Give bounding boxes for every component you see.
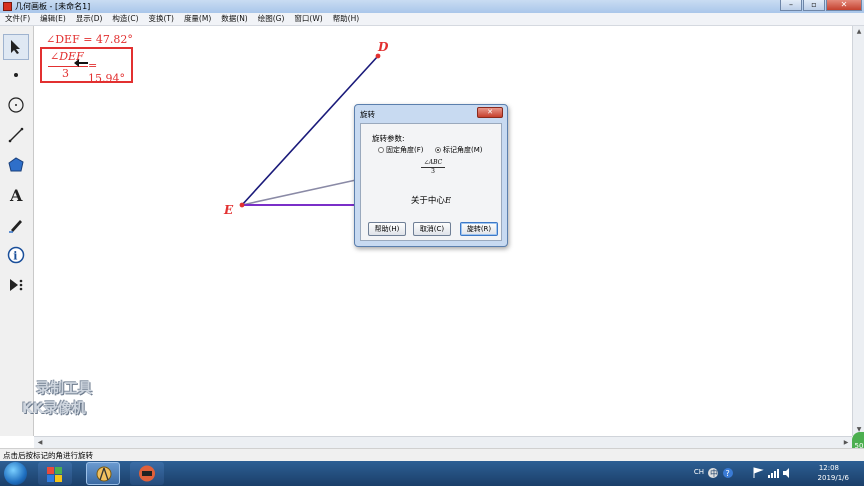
app-icon — [3, 2, 12, 11]
menu-bar: 文件(F) 编辑(E) 显示(D) 构造(C) 变换(T) 度量(M) 数据(N… — [0, 13, 864, 26]
label-D[interactable]: D — [377, 40, 389, 54]
window-controls: – ▫ ✕ — [779, 0, 862, 12]
volume-icon[interactable] — [782, 467, 794, 479]
svg-text:?: ? — [726, 469, 730, 478]
label-E[interactable]: E — [223, 203, 234, 217]
taskbar: CH 中 ? 12:08 2019/1/6 — [0, 461, 864, 486]
circle-icon — [8, 97, 24, 113]
menu-measure[interactable]: 度量(M) — [179, 13, 216, 25]
ray-rotated-preview — [241, 179, 357, 206]
point-E[interactable] — [239, 202, 245, 208]
toolbox: A i — [0, 26, 34, 436]
close-button[interactable]: ✕ — [826, 0, 862, 11]
svg-text:A: A — [9, 186, 23, 204]
compass-tool[interactable] — [3, 92, 29, 118]
rotate-dialog: 旋转 ✕ 旋转参数: 固定角度(F) 标记角度(M) ∠ABC 3 关于中心E … — [354, 104, 508, 247]
play-dots-icon — [10, 279, 23, 291]
clock-time[interactable]: 12:08 — [819, 464, 839, 472]
fraction-denominator: 3 — [62, 67, 69, 80]
network-icon[interactable] — [767, 467, 779, 479]
fixed-angle-radio[interactable]: 固定角度(F) — [378, 145, 424, 155]
arrow-left-icon — [74, 59, 88, 67]
menu-data[interactable]: 数据(N) — [216, 13, 252, 25]
dialog-title: 旋转 — [360, 110, 375, 119]
radio-off-icon — [378, 147, 384, 153]
fraction-measurement[interactable]: ∠DEF 3 = 15.94° — [40, 47, 133, 85]
text-a-icon: A — [9, 186, 23, 204]
system-tray: CH 中 ? 12:08 2019/1/6 — [684, 461, 864, 486]
segment-icon — [8, 127, 24, 143]
expression-numerator: ∠ABC — [421, 159, 445, 168]
help-button[interactable]: 帮助(H) — [368, 222, 406, 236]
scroll-up-icon[interactable]: ▲ — [854, 27, 864, 37]
dialog-body: 旋转参数: 固定角度(F) 标记角度(M) ∠ABC 3 关于中心E 帮助(H)… — [360, 123, 502, 241]
watermark-line2: KK录像机 — [22, 401, 86, 417]
vertical-scrollbar[interactable]: ▲ ▼ — [852, 26, 864, 436]
compass-app-icon — [96, 466, 112, 482]
status-text: 点击后按标记的角进行旋转 — [3, 451, 93, 460]
taskbar-app-geometry[interactable] — [86, 462, 120, 485]
menu-edit[interactable]: 编辑(E) — [35, 13, 71, 25]
minimize-button[interactable]: – — [780, 0, 802, 11]
expression-denominator: 3 — [431, 168, 435, 175]
scroll-left-icon[interactable]: ◀ — [35, 438, 45, 448]
menu-graph[interactable]: 绘图(G) — [253, 13, 290, 25]
information-tool[interactable]: i — [3, 242, 29, 268]
watermark-line1: 录制工具 — [36, 381, 92, 397]
point-icon — [14, 73, 18, 77]
polygon-icon — [8, 157, 24, 172]
center-point-name: E — [444, 196, 452, 206]
start-button[interactable] — [4, 462, 27, 485]
svg-text:i: i — [13, 250, 17, 263]
cancel-button[interactable]: 取消(C) — [413, 222, 451, 236]
point-tool[interactable] — [3, 62, 29, 88]
arrow-select-tool[interactable] — [3, 34, 29, 60]
menu-help[interactable]: 帮助(H) — [328, 13, 365, 25]
title-bar: 几何画板 - [未命名1] – ▫ ✕ — [0, 0, 864, 14]
info-icon: i — [7, 246, 25, 264]
pen-icon — [9, 220, 22, 233]
custom-tools[interactable] — [3, 272, 29, 298]
menu-file[interactable]: 文件(F) — [0, 13, 35, 25]
recorder-icon — [139, 465, 155, 482]
language-indicator[interactable]: CH — [694, 468, 704, 476]
menu-construct[interactable]: 构造(C) — [107, 13, 143, 25]
maximize-button[interactable]: ▫ — [803, 0, 825, 11]
menu-transform[interactable]: 变换(T) — [144, 13, 179, 25]
menu-window[interactable]: 窗口(W) — [289, 13, 327, 25]
text-tool[interactable]: A — [3, 182, 29, 208]
marked-angle-label: 标记角度(M) — [443, 146, 483, 154]
marked-angle-radio[interactable]: 标记角度(M) — [435, 145, 483, 155]
flag-icon[interactable] — [752, 467, 764, 479]
marked-angle-expression: ∠ABC 3 — [421, 159, 445, 175]
color-blocks-icon — [47, 467, 62, 482]
fraction-result: = 15.94° — [88, 59, 125, 85]
svg-text:中: 中 — [710, 468, 718, 478]
center-text: 关于中心 — [410, 196, 445, 206]
rotate-button[interactable]: 旋转(R) — [460, 222, 498, 236]
ime-icon[interactable]: 中 — [707, 467, 719, 479]
rotation-params-label: 旋转参数: — [372, 134, 405, 143]
angle-measurement[interactable]: ∠DEF = 47.82° — [46, 33, 133, 46]
dialog-close-button[interactable]: ✕ — [477, 107, 503, 118]
point-D[interactable] — [375, 53, 381, 59]
clock-date[interactable]: 2019/1/6 — [818, 474, 849, 482]
taskbar-app-recorder[interactable] — [130, 462, 164, 485]
radio-on-icon — [435, 147, 441, 153]
marker-tool[interactable] — [3, 212, 29, 238]
arrow-icon — [11, 40, 20, 54]
status-bar: 点击后按标记的角进行旋转 — [0, 448, 864, 462]
polygon-tool[interactable] — [3, 152, 29, 178]
help-tray-icon[interactable]: ? — [722, 467, 734, 479]
scroll-right-icon[interactable]: ▶ — [841, 438, 851, 448]
fixed-angle-label: 固定角度(F) — [386, 146, 424, 154]
taskbar-app-colors[interactable] — [38, 462, 72, 485]
menu-display[interactable]: 显示(D) — [71, 13, 108, 25]
straightedge-tool[interactable] — [3, 122, 29, 148]
window-title: 几何画板 - [未命名1] — [15, 2, 91, 11]
rotation-center-label: 关于中心E — [361, 194, 501, 206]
